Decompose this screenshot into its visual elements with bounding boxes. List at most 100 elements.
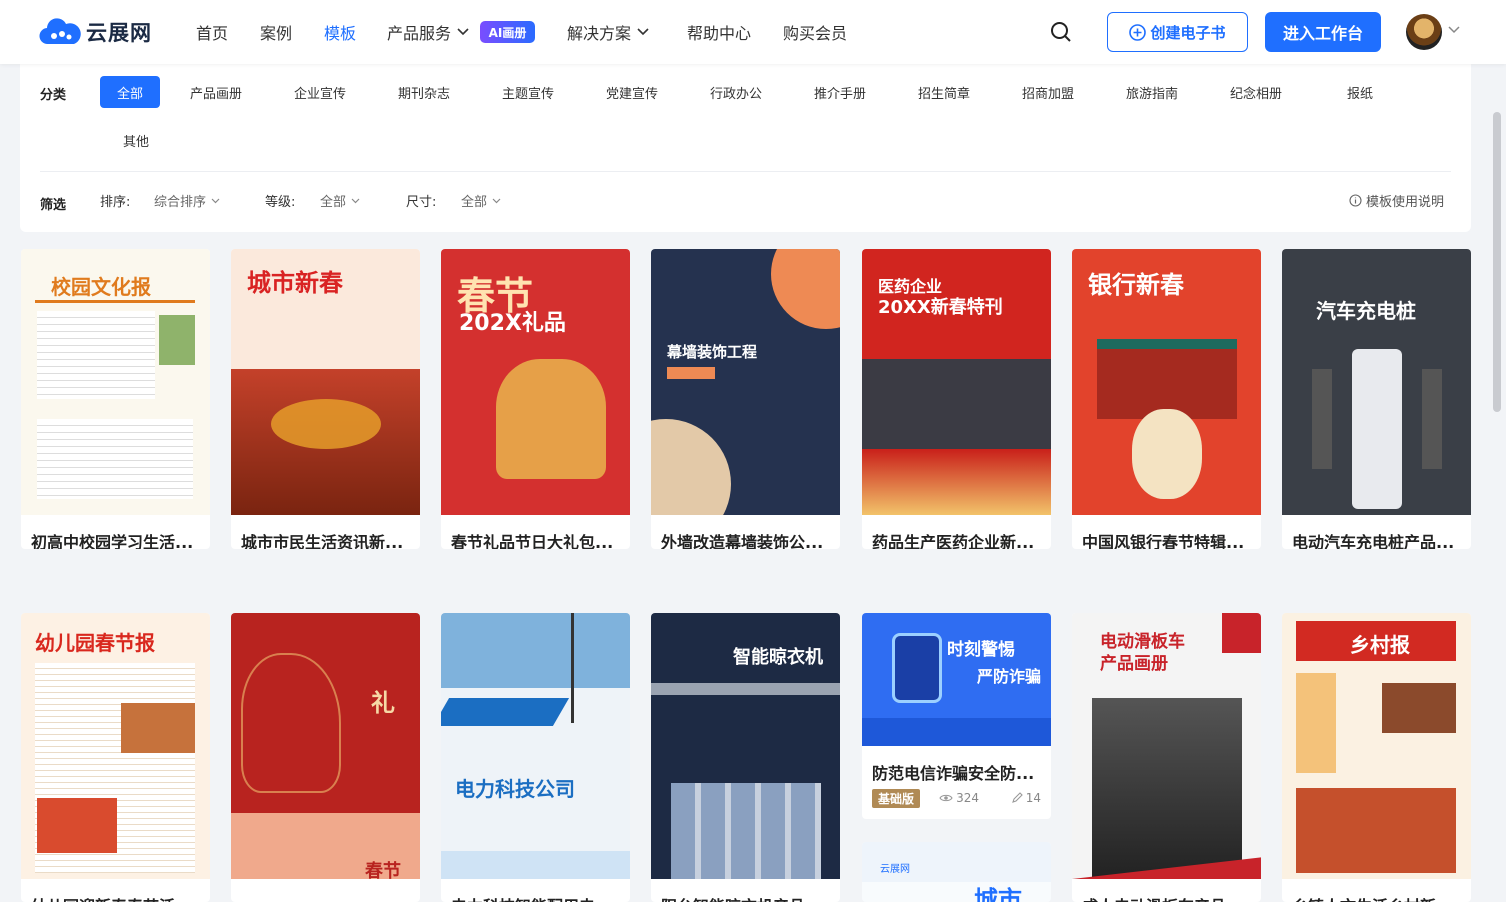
template-card[interactable]: 春节202X礼品春节礼品节日大礼包...基础版34818 [441, 249, 630, 549]
eye-icon [939, 794, 953, 802]
template-title[interactable]: 外墙改造幕墙装饰公... [661, 529, 831, 549]
template-card[interactable]: 电动滑板车产品画册成人电动滑板车产品... [1072, 613, 1261, 902]
category-chip[interactable]: 其他 [100, 124, 172, 156]
cover-title: 智能晾衣机 [733, 647, 823, 668]
nav-help[interactable]: 帮助中心 [687, 20, 751, 44]
nav-membership[interactable]: 购买会员 [783, 20, 847, 44]
template-cover[interactable]: 电力科技公司 [441, 613, 630, 879]
plus-circle-icon [1129, 23, 1147, 41]
template-help-link[interactable]: 模板使用说明 [1349, 191, 1444, 210]
template-card[interactable]: 幕墙装饰工程外墙改造幕墙装饰公...免费版47374 [651, 249, 840, 549]
nav-products-label: 产品服务 [387, 24, 452, 43]
template-card[interactable]: 城市新春城市市民生活资讯新...基础版1252248 [231, 249, 420, 549]
nav-products[interactable]: 产品服务 [387, 20, 469, 44]
template-title[interactable]: 城市市民生活资讯新... [241, 529, 411, 549]
template-cover[interactable]: 幕墙装饰工程 [651, 249, 840, 515]
template-card[interactable]: 乡村报乡镇人文生活乡村新... [1282, 613, 1471, 902]
cover-title: 城市 [974, 886, 1022, 902]
template-card[interactable]: 礼春节礼品甄选手册 [231, 613, 420, 902]
template-card[interactable]: 幼儿园春节报幼儿园迎新春春节活... [21, 613, 210, 902]
size-dropdown[interactable]: 全部 [461, 191, 501, 210]
template-card[interactable]: 城市 云展网 [862, 842, 1051, 902]
template-title[interactable]: 幼儿园迎新春春节活... [31, 893, 201, 902]
template-card[interactable]: 校园文化报初高中校园学习生活...免费版30421645 [21, 249, 210, 549]
search-icon[interactable] [1050, 21, 1072, 43]
template-card[interactable]: 医药企业20XX新春特刊药品生产医药企业新...基础版56526 [862, 249, 1051, 549]
template-title[interactable]: 药品生产医药企业新... [872, 529, 1042, 549]
template-title[interactable]: 中国风银行春节特辑... [1082, 529, 1252, 549]
template-cover[interactable]: 医药企业 20XX新春特刊 [862, 249, 1051, 515]
create-ebook-label: 创建电子书 [1150, 23, 1226, 42]
level-dropdown[interactable]: 全部 [320, 191, 360, 210]
sort-dropdown[interactable]: 综合排序 [154, 191, 220, 210]
template-cover[interactable]: 校园文化报 [21, 249, 210, 515]
nav-cases[interactable]: 案例 [260, 20, 292, 44]
top-header: 云展网 首页 案例 模板 产品服务 AI画册 解决方案 帮助中心 购买会员 创建… [0, 0, 1506, 64]
template-title[interactable]: 初高中校园学习生活... [31, 529, 201, 549]
cover-subtitle: 202X礼品 [459, 311, 566, 336]
template-card[interactable]: 电力科技公司电力科技智能配用电... [441, 613, 630, 902]
nav-home[interactable]: 首页 [196, 20, 228, 44]
category-chip[interactable]: 纪念相册 [1220, 76, 1292, 108]
cover-title: 校园文化报 [51, 275, 151, 299]
cover-title: 礼 [371, 689, 395, 717]
create-ebook-button[interactable]: 创建电子书 [1107, 12, 1248, 52]
edit-count-value: 14 [1025, 791, 1041, 805]
template-title[interactable]: 防范电信诈骗安全防... [872, 760, 1042, 784]
template-cover[interactable]: 乡村报 [1282, 613, 1471, 879]
template-cover[interactable]: 春节 202X礼品 [441, 249, 630, 515]
category-chip[interactable]: 招商加盟 [1012, 76, 1084, 108]
template-title[interactable]: 乡镇人文生活乡村新... [1292, 893, 1462, 902]
category-chip[interactable]: 旅游指南 [1116, 76, 1188, 108]
category-chip[interactable]: 推介手册 [804, 76, 876, 108]
category-chip[interactable]: 报纸 [1324, 76, 1396, 108]
sort-label: 排序: [100, 195, 131, 210]
nav-solutions-label: 解决方案 [567, 24, 632, 43]
cover-subtitle: 产品画册 [1100, 654, 1168, 674]
view-count-value: 324 [956, 791, 979, 805]
template-title[interactable]: 阳台智能晾衣机产品... [661, 893, 831, 902]
template-cover[interactable]: 智能晾衣机 [651, 613, 840, 879]
template-cover[interactable]: 城市新春 [231, 249, 420, 515]
template-cover[interactable]: 礼春节礼品甄选手册 [231, 613, 420, 879]
template-card[interactable]: 时刻警惕 严防诈骗 防范电信诈骗安全防... 基础版 324 14 [862, 613, 1051, 819]
template-card[interactable]: 银行新春中国风银行春节特辑...基础版33615 [1072, 249, 1261, 549]
template-card[interactable]: 智能晾衣机阳台智能晾衣机产品... [651, 613, 840, 902]
template-cover[interactable]: 城市 云展网 [862, 842, 1051, 902]
cloud-logo-icon [39, 18, 81, 45]
template-cover[interactable]: 银行新春 [1072, 249, 1261, 515]
chevron-down-icon [211, 198, 220, 203]
category-chip[interactable]: 企业宣传 [284, 76, 356, 108]
cover-subtitle-2: 礼品甄选手册 [289, 877, 385, 879]
template-cover[interactable]: 时刻警惕 严防诈骗 [862, 613, 1051, 746]
view-count: 324 [939, 791, 979, 805]
chevron-down-icon[interactable] [1448, 26, 1460, 34]
category-chip[interactable]: 全部 [100, 76, 160, 108]
template-title[interactable]: 电力科技智能配用电... [451, 893, 621, 902]
site-logo[interactable]: 云展网 [38, 14, 152, 50]
template-title[interactable]: 成人电动滑板车产品... [1082, 893, 1252, 902]
user-avatar[interactable] [1406, 14, 1442, 50]
cover-title: 汽车充电桩 [1316, 299, 1416, 323]
category-chip[interactable]: 产品画册 [180, 76, 252, 108]
template-card[interactable]: 汽车充电桩电动汽车充电桩产品...高级版29010 [1282, 249, 1471, 549]
category-chip[interactable]: 期刊杂志 [388, 76, 460, 108]
category-chip[interactable]: 主题宣传 [492, 76, 564, 108]
category-chip[interactable]: 党建宣传 [596, 76, 668, 108]
scrollbar[interactable] [1493, 112, 1501, 412]
template-title[interactable]: 电动汽车充电桩产品... [1292, 529, 1462, 549]
category-label: 分类 [40, 88, 67, 103]
template-cover[interactable]: 汽车充电桩 [1282, 249, 1471, 515]
enter-workspace-button[interactable]: 进入工作台 [1265, 12, 1381, 52]
nav-templates[interactable]: 模板 [324, 20, 356, 44]
site-name: 云展网 [86, 21, 152, 45]
nav-solutions[interactable]: 解决方案 [567, 20, 649, 44]
template-cover[interactable]: 幼儿园春节报 [21, 613, 210, 879]
category-chip[interactable]: 行政办公 [700, 76, 772, 108]
category-chip[interactable]: 招生简章 [908, 76, 980, 108]
chevron-down-icon [637, 28, 649, 36]
template-cover[interactable]: 电动滑板车 产品画册 [1072, 613, 1261, 879]
ai-badge[interactable]: AI画册 [480, 21, 535, 43]
template-title[interactable]: 春节礼品节日大礼包... [451, 529, 621, 549]
cover-title: 乡村报 [1350, 633, 1410, 657]
